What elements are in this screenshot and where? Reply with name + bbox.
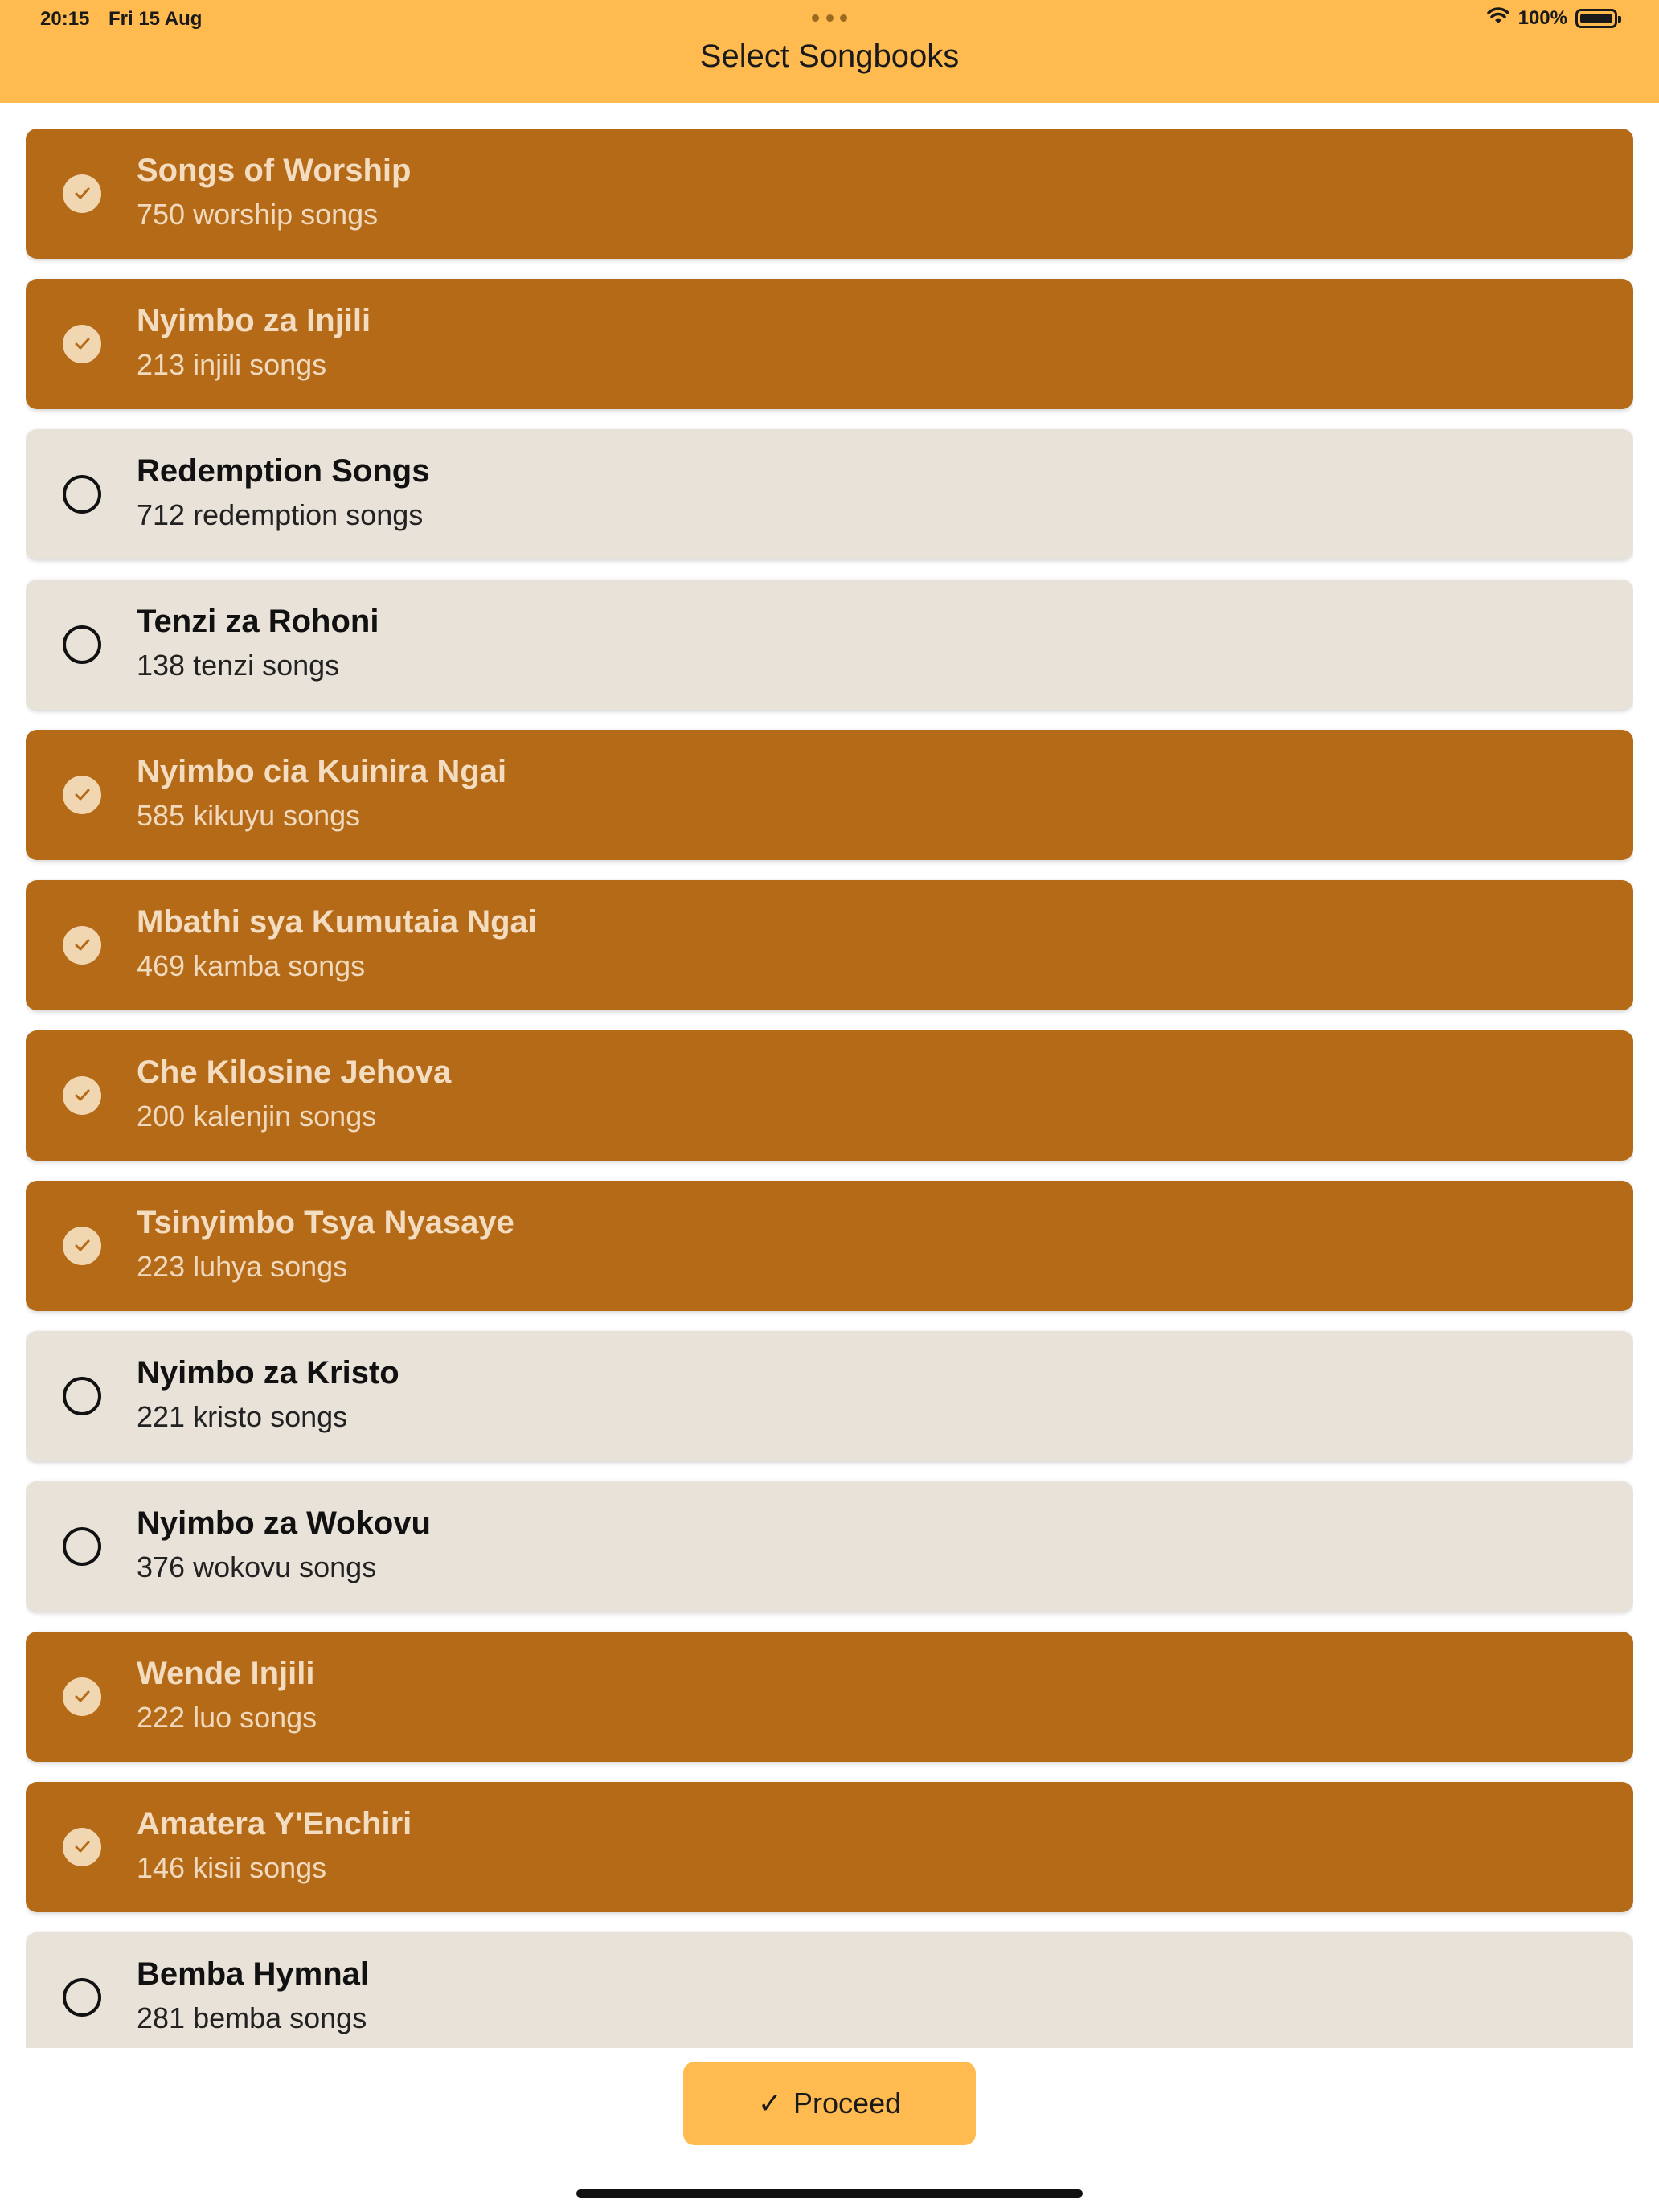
home-indicator[interactable] xyxy=(576,2189,1083,2198)
checkmark-circle-icon[interactable] xyxy=(63,174,101,213)
checkmark-icon: ✓ xyxy=(757,2087,783,2120)
status-indicators: 100% xyxy=(1486,6,1621,31)
songbook-card[interactable]: Wende Injili 222 luo songs xyxy=(26,1632,1633,1762)
songbook-title: Bemba Hymnal xyxy=(137,1956,369,1992)
checkmark-circle-icon[interactable] xyxy=(63,776,101,814)
songbook-card[interactable]: Amatera Y'Enchiri 146 kisii songs xyxy=(26,1782,1633,1912)
songbook-song-count: 281 bemba songs xyxy=(137,2001,367,2034)
checkmark-circle-icon[interactable] xyxy=(63,325,101,363)
songbook-title: Nyimbo za Wokovu xyxy=(137,1505,431,1541)
multitasking-dots-icon[interactable] xyxy=(812,14,847,23)
page-title: Select Songbooks xyxy=(699,39,960,74)
checkmark-circle-icon[interactable] xyxy=(63,1227,101,1265)
songbook-card[interactable]: Songs of Worship 750 worship songs xyxy=(26,129,1633,259)
songbook-card[interactable]: Redemption Songs 712 redemption songs xyxy=(26,429,1633,559)
songbook-song-count: 712 redemption songs xyxy=(137,498,424,531)
empty-circle-icon[interactable] xyxy=(63,475,101,514)
songbook-song-count: 146 kisii songs xyxy=(137,1851,327,1884)
songbook-card[interactable]: Tenzi za Rohoni 138 tenzi songs xyxy=(26,580,1633,710)
songbook-title: Nyimbo za Kristo xyxy=(137,1355,399,1391)
proceed-label: Proceed xyxy=(793,2087,902,2120)
songbook-card[interactable]: Bemba Hymnal 281 bemba songs xyxy=(26,1932,1633,2048)
songbook-song-count: 221 kristo songs xyxy=(137,1400,348,1433)
songbook-song-count: 376 wokovu songs xyxy=(137,1550,377,1583)
songbook-card[interactable]: Nyimbo cia Kuinira Ngai 585 kikuyu songs xyxy=(26,730,1633,860)
wifi-icon xyxy=(1486,6,1510,31)
checkmark-circle-icon[interactable] xyxy=(63,1076,101,1115)
songbook-card[interactable]: Nyimbo za Injili 213 injili songs xyxy=(26,279,1633,409)
empty-circle-icon[interactable] xyxy=(63,625,101,664)
songbook-list[interactable]: Songs of Worship 750 worship songs Nyimbo … xyxy=(26,129,1633,2048)
songbook-title: Nyimbo za Injili xyxy=(137,303,371,338)
songbook-card[interactable]: Nyimbo za Wokovu 376 wokovu songs xyxy=(26,1481,1633,1612)
songbook-title: Tsinyimbo Tsya Nyasaye xyxy=(137,1205,514,1240)
empty-circle-icon[interactable] xyxy=(63,1978,101,2017)
songbook-song-count: 222 luo songs xyxy=(137,1701,317,1734)
songbook-song-count: 469 kamba songs xyxy=(137,949,366,982)
songbook-song-count: 200 kalenjin songs xyxy=(137,1100,377,1133)
empty-circle-icon[interactable] xyxy=(63,1527,101,1566)
songbook-title: Tenzi za Rohoni xyxy=(137,604,379,639)
songbook-title: Mbathi sya Kumutaia Ngai xyxy=(137,904,537,940)
proceed-button[interactable]: ✓ Proceed xyxy=(683,2062,976,2145)
songbook-title: Amatera Y'Enchiri xyxy=(137,1806,412,1841)
songbook-song-count: 585 kikuyu songs xyxy=(137,799,361,832)
songbook-title: Wende Injili xyxy=(137,1656,315,1691)
checkmark-circle-icon[interactable] xyxy=(63,926,101,965)
songbook-song-count: 213 injili songs xyxy=(137,348,327,381)
status-time: 20:15 xyxy=(40,8,90,30)
status-date: Fri 15 Aug xyxy=(109,8,203,30)
empty-circle-icon[interactable] xyxy=(63,1377,101,1415)
songbook-title: Nyimbo cia Kuinira Ngai xyxy=(137,754,507,789)
songbook-card[interactable]: Mbathi sya Kumutaia Ngai 469 kamba songs xyxy=(26,880,1633,1010)
songbook-song-count: 138 tenzi songs xyxy=(137,649,340,682)
songbook-card[interactable]: Che Kilosine Jehova 200 kalenjin songs xyxy=(26,1030,1633,1161)
songbook-title: Songs of Worship xyxy=(137,153,412,188)
songbook-card[interactable]: Nyimbo za Kristo 221 kristo songs xyxy=(26,1331,1633,1461)
checkmark-circle-icon[interactable] xyxy=(63,1828,101,1866)
songbook-song-count: 223 luhya songs xyxy=(137,1250,348,1283)
checkmark-circle-icon[interactable] xyxy=(63,1677,101,1716)
songbook-card[interactable]: Tsinyimbo Tsya Nyasaye 223 luhya songs xyxy=(26,1181,1633,1311)
battery-icon xyxy=(1575,9,1621,28)
battery-percentage: 100% xyxy=(1518,7,1567,29)
navigation-header: 20:15 Fri 15 Aug 100% Select Songbooks xyxy=(0,0,1659,103)
songbook-song-count: 750 worship songs xyxy=(137,198,379,231)
songbook-title: Che Kilosine Jehova xyxy=(137,1055,452,1090)
songbook-title: Redemption Songs xyxy=(137,453,430,489)
